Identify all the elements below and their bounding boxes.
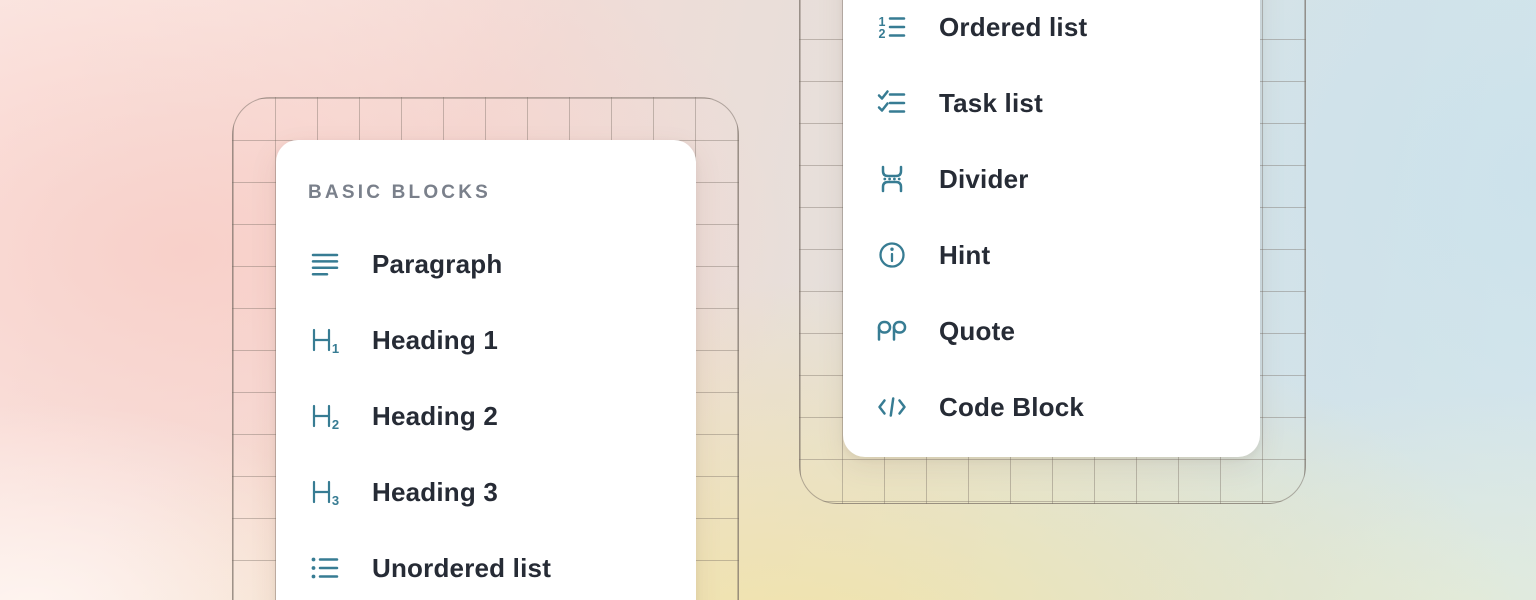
menu-item-label: Quote (939, 316, 1015, 346)
menu-item-unordered-list[interactable]: Unordered list (308, 530, 666, 600)
heading-3-icon: 3 (308, 475, 342, 509)
menu-item-heading-2[interactable]: 2 Heading 2 (308, 378, 666, 454)
menu-item-divider[interactable]: Divider (875, 141, 1230, 217)
divider-icon (875, 162, 909, 196)
menu-item-label: Heading 3 (372, 477, 498, 507)
menu-item-label: Paragraph (372, 249, 502, 279)
task-list-icon (875, 86, 909, 120)
right-menu-items: 12 Ordered list Task list Divider Hint Quote C… (875, 0, 1230, 445)
menu-item-heading-3[interactable]: 3 Heading 3 (308, 454, 666, 530)
hint-icon (875, 238, 909, 272)
menu-card-right: 12 Ordered list Task list Divider Hint Quote C… (843, 0, 1260, 457)
svg-text:1: 1 (332, 341, 339, 356)
menu-item-label: Ordered list (939, 12, 1087, 42)
basic-blocks-menu-items: Paragraph 1 Heading 1 2 Heading 2 3 Heading 3 U… (308, 226, 666, 600)
quote-icon (875, 314, 909, 348)
menu-item-ordered-list[interactable]: 12 Ordered list (875, 0, 1230, 65)
menu-item-label: Unordered list (372, 553, 551, 583)
heading-2-icon: 2 (308, 399, 342, 433)
basic-blocks-menu-card: BASIC BLOCKS Paragraph 1 Heading 1 2 Heading… (276, 140, 696, 600)
heading-1-icon: 1 (308, 323, 342, 357)
unordered-list-icon (308, 551, 342, 585)
menu-item-heading-1[interactable]: 1 Heading 1 (308, 302, 666, 378)
section-label-basic-blocks: BASIC BLOCKS (308, 182, 666, 204)
ordered-list-icon: 12 (875, 10, 909, 44)
menu-item-hint[interactable]: Hint (875, 217, 1230, 293)
menu-item-quote[interactable]: Quote (875, 293, 1230, 369)
menu-item-label: Code Block (939, 392, 1084, 422)
menu-item-label: Heading 1 (372, 325, 498, 355)
code-block-icon (875, 390, 909, 424)
menu-item-paragraph[interactable]: Paragraph (308, 226, 666, 302)
menu-item-label: Divider (939, 164, 1029, 194)
menu-item-code-block[interactable]: Code Block (875, 369, 1230, 445)
menu-item-label: Hint (939, 240, 990, 270)
menu-item-task-list[interactable]: Task list (875, 65, 1230, 141)
svg-text:2: 2 (879, 27, 886, 41)
menu-item-label: Task list (939, 88, 1043, 118)
gradient-background: BASIC BLOCKS Paragraph 1 Heading 1 2 Heading… (0, 0, 1536, 600)
svg-text:2: 2 (332, 417, 339, 432)
paragraph-icon (308, 247, 342, 281)
svg-text:3: 3 (332, 493, 339, 508)
menu-item-label: Heading 2 (372, 401, 498, 431)
